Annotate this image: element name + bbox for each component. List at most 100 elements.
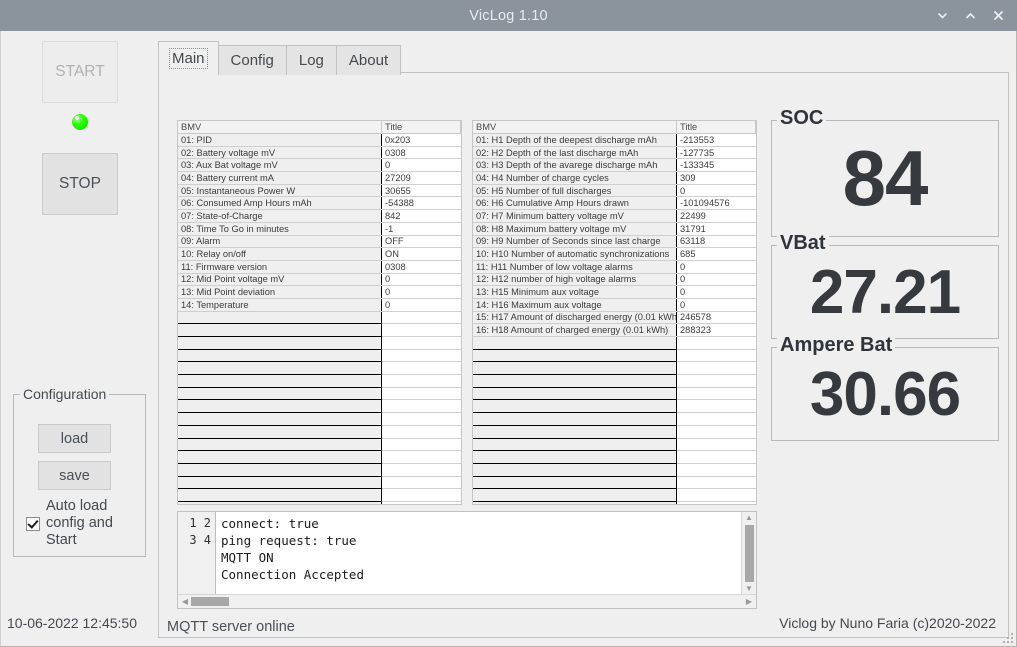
table-row-empty[interactable] <box>178 374 461 388</box>
vscroll-thumb[interactable] <box>744 525 754 582</box>
close-button[interactable] <box>985 3 1011 29</box>
tab-main-label: Main <box>169 48 208 69</box>
table-row[interactable]: 03: H3 Depth of the avarege discharge mA… <box>473 158 756 173</box>
table-row[interactable]: 13: Mid Point deviation 0 <box>178 285 461 299</box>
load-config-button[interactable]: load <box>38 424 111 453</box>
history-table[interactable]: BMV Title 01: H1 Depth of the deepest di… <box>472 120 757 505</box>
table-row[interactable]: 11: Firmware version 0308 <box>178 260 461 274</box>
table-row[interactable]: 09: H9 Number of Seconds since last char… <box>473 235 756 249</box>
table-row[interactable]: 13: H15 Minimum aux voltage 0 <box>473 285 756 299</box>
table-row-empty[interactable] <box>473 462 756 477</box>
tab-about[interactable]: About <box>335 45 402 75</box>
table-row-empty[interactable] <box>178 500 461 504</box>
table-row[interactable]: 12: H12 number of high voltage alarms 0 <box>473 273 756 287</box>
table-row-empty[interactable] <box>178 462 461 477</box>
table-row[interactable]: 01: H1 Depth of the deepest discharge mA… <box>473 133 756 147</box>
table-row-empty[interactable] <box>178 336 461 350</box>
table-row-empty[interactable] <box>178 348 461 363</box>
console-horizontal-scrollbar[interactable]: ◀ ▶ <box>178 594 756 608</box>
table-row[interactable]: 02: Battery voltage mV 0308 <box>178 146 461 160</box>
row-key: 06: Consumed Amp Hours mAh <box>178 196 382 211</box>
table-row[interactable]: 05: H5 Number of full discharges 0 <box>473 184 756 198</box>
table-row[interactable]: 15: H17 Amount of discharged energy (0.0… <box>473 311 756 325</box>
row-key <box>473 348 677 363</box>
tab-config[interactable]: Config <box>217 45 287 75</box>
scroll-up-icon[interactable]: ▲ <box>745 513 753 523</box>
table-row-empty[interactable] <box>178 450 461 464</box>
bmv-col-key-header: BMV <box>178 121 382 134</box>
table-row-empty[interactable] <box>178 323 461 337</box>
table-row[interactable]: 05: Instantaneous Power W 30655 <box>178 184 461 198</box>
table-row[interactable]: 07: State-of-Charge 842 <box>178 209 461 223</box>
table-row[interactable]: 10: Relay on/off ON <box>178 247 461 261</box>
table-row-empty[interactable] <box>473 500 756 504</box>
save-config-button[interactable]: save <box>38 461 111 490</box>
table-row-empty[interactable] <box>473 475 756 490</box>
scroll-right-icon[interactable]: ▶ <box>744 597 754 606</box>
table-row-empty[interactable] <box>178 424 461 439</box>
stop-button[interactable]: STOP <box>42 153 118 215</box>
table-row[interactable]: 09: Alarm OFF <box>178 235 461 249</box>
table-row-empty[interactable] <box>178 437 461 452</box>
row-key <box>473 500 677 504</box>
table-row[interactable]: 08: Time To Go in minutes -1 <box>178 222 461 236</box>
table-row-empty[interactable] <box>473 437 756 452</box>
table-row-empty[interactable] <box>473 361 756 376</box>
hscroll-thumb[interactable] <box>191 597 229 606</box>
row-value <box>381 387 461 401</box>
table-row[interactable]: 10: H10 Number of automatic synchronizat… <box>473 247 756 261</box>
bmv-table[interactable]: BMV Title 01: PID 0x203 02: Battery voltag… <box>177 120 462 505</box>
row-key <box>473 437 677 452</box>
auto-load-checkbox-row[interactable]: Auto load config and Start <box>26 498 142 549</box>
table-row-empty[interactable] <box>473 450 756 464</box>
row-value <box>381 349 461 363</box>
table-row-empty[interactable] <box>473 348 756 363</box>
row-key: 01: H1 Depth of the deepest discharge mA… <box>473 133 677 147</box>
table-row[interactable]: 16: H18 Amount of charged energy (0.01 k… <box>473 323 756 337</box>
scroll-down-icon[interactable]: ▼ <box>745 584 753 594</box>
table-row[interactable]: 06: H6 Cumulative Amp Hours drawn -101094… <box>473 196 756 211</box>
table-row[interactable]: 08: H8 Maximum battery voltage mV 31791 <box>473 222 756 236</box>
table-row[interactable]: 12: Mid Point voltage mV 0 <box>178 273 461 287</box>
console-output[interactable]: 1 2 3 4 connect: true ping request: true… <box>177 511 757 609</box>
tab-main[interactable]: Main <box>158 41 219 75</box>
table-row[interactable]: 02: H2 Depth of the last discharge mAh -1… <box>473 146 756 160</box>
table-row-empty[interactable] <box>178 475 461 490</box>
table-row[interactable]: 01: PID 0x203 <box>178 133 461 147</box>
table-row[interactable]: 14: Temperature 0 <box>178 298 461 312</box>
table-row-empty[interactable] <box>178 412 461 426</box>
table-row-empty[interactable] <box>473 386 756 401</box>
table-row-empty[interactable] <box>473 412 756 426</box>
table-row-empty[interactable] <box>473 336 756 350</box>
table-row-empty[interactable] <box>178 386 461 401</box>
table-row[interactable]: 03: Aux Bat voltage mV 0 <box>178 158 461 173</box>
row-key <box>473 361 677 376</box>
auto-load-checkbox[interactable] <box>26 516 40 531</box>
console-vertical-scrollbar[interactable]: ▲ ▼ <box>741 512 756 594</box>
table-row-empty[interactable] <box>473 374 756 388</box>
table-row[interactable]: 07: H7 Minimum battery voltage mV 22499 <box>473 209 756 223</box>
row-key: 14: Temperature <box>178 298 382 312</box>
table-row-empty[interactable] <box>473 424 756 439</box>
table-row-empty[interactable] <box>473 488 756 502</box>
table-row-empty[interactable] <box>178 361 461 376</box>
table-row[interactable]: 06: Consumed Amp Hours mAh -54388 <box>178 196 461 211</box>
table-row-empty[interactable] <box>178 488 461 502</box>
table-row-empty[interactable] <box>473 399 756 414</box>
row-value <box>381 450 461 464</box>
row-key: 06: H6 Cumulative Amp Hours drawn <box>473 196 677 211</box>
scroll-left-icon[interactable]: ◀ <box>180 597 190 606</box>
tab-log[interactable]: Log <box>285 45 337 75</box>
table-row[interactable]: 04: Battery current mA 27209 <box>178 171 461 185</box>
minimize-button[interactable] <box>929 3 955 29</box>
table-row[interactable]: 04: H4 Number of charge cycles 309 <box>473 171 756 185</box>
row-value <box>381 361 461 376</box>
table-row[interactable]: 11: H11 Number of low voltage alarms 0 <box>473 260 756 274</box>
start-button[interactable]: START <box>42 41 118 103</box>
table-row-empty[interactable] <box>178 399 461 414</box>
maximize-button[interactable] <box>957 3 983 29</box>
table-row-empty[interactable] <box>178 310 461 325</box>
row-key: 07: State-of-Charge <box>178 209 382 223</box>
resize-grip[interactable] <box>1001 631 1013 643</box>
table-row[interactable]: 14: H16 Maximum aux voltage 0 <box>473 298 756 312</box>
